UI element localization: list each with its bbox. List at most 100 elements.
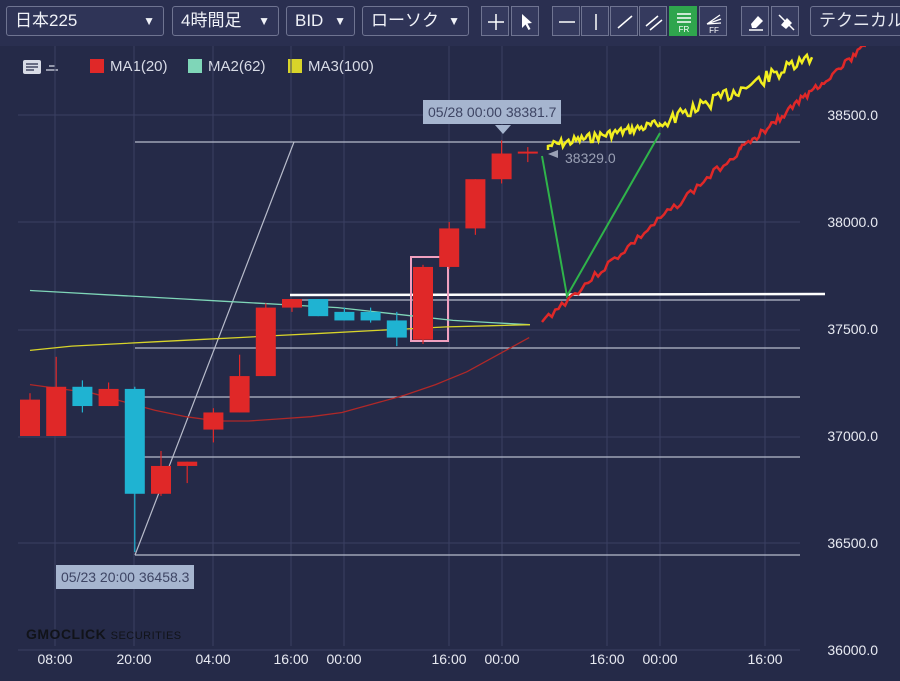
fibonacci-fan-icon: FF bbox=[706, 14, 722, 35]
eraser-icon bbox=[749, 16, 763, 31]
candle-body bbox=[334, 311, 355, 321]
candle-body bbox=[439, 228, 460, 267]
y-tick-label: 36500.0 bbox=[827, 535, 878, 551]
projection-lines bbox=[541, 46, 866, 323]
high-tooltip: 05/28 00:00 38381.7 bbox=[423, 100, 562, 124]
projection-ma1-line bbox=[541, 46, 866, 323]
high-tooltip-pointer bbox=[495, 125, 511, 134]
candle-body bbox=[20, 399, 40, 436]
technical-label: テクニカル bbox=[819, 11, 900, 30]
candle-body bbox=[72, 386, 93, 407]
candle bbox=[255, 303, 276, 377]
chevron-down-icon: ▼ bbox=[143, 14, 155, 28]
candle bbox=[439, 222, 460, 270]
fibonacci-fan-button[interactable]: FF bbox=[699, 6, 727, 36]
candle-body bbox=[46, 386, 67, 436]
x-tick-label: 04:00 bbox=[195, 651, 231, 667]
candle bbox=[491, 140, 512, 184]
candle-body bbox=[517, 151, 538, 154]
x-tick-label: 20:00 bbox=[116, 651, 152, 667]
candle bbox=[229, 354, 250, 413]
candle-body bbox=[124, 388, 145, 494]
fibonacci-retracement-icon: FR bbox=[677, 13, 691, 34]
candle-body bbox=[203, 412, 224, 430]
candle bbox=[124, 386, 145, 552]
price-type-select[interactable]: BID ▼ bbox=[286, 6, 355, 36]
ma-line-1 bbox=[29, 337, 530, 422]
pointer-icon bbox=[522, 14, 532, 30]
trendline-button[interactable] bbox=[610, 6, 638, 36]
candle bbox=[465, 179, 486, 235]
symbol-label: 日本225 bbox=[15, 11, 78, 30]
channel-button[interactable] bbox=[639, 6, 667, 36]
broker-logo: GMOCLICK SECURITIES bbox=[26, 626, 182, 642]
candle bbox=[177, 461, 198, 484]
crosshair-button[interactable] bbox=[481, 6, 509, 36]
ma-line-3 bbox=[29, 324, 531, 352]
candle-body bbox=[177, 461, 198, 466]
candle-body bbox=[282, 299, 302, 308]
chart-toolbar: 日本225 ▼ 4時間足 ▼ BID ▼ ローソク ▼ FR FF テクニカル bbox=[0, 0, 900, 46]
chevron-down-icon: ▼ bbox=[334, 14, 346, 28]
vline-button[interactable] bbox=[581, 6, 609, 36]
candle bbox=[517, 147, 538, 163]
x-tick-label: 00:00 bbox=[326, 651, 362, 667]
channel-icon bbox=[645, 15, 663, 31]
crosshair-icon bbox=[488, 14, 504, 30]
fr-label: FR bbox=[679, 25, 690, 34]
candle bbox=[282, 299, 302, 312]
y-tick-label: 37000.0 bbox=[827, 428, 878, 444]
candle bbox=[413, 264, 433, 344]
technical-button[interactable]: テクニカル bbox=[810, 6, 900, 36]
timeframe-label: 4時間足 bbox=[181, 11, 242, 30]
timeframe-select[interactable]: 4時間足 ▼ bbox=[172, 6, 279, 36]
hline-button[interactable] bbox=[552, 6, 580, 36]
candle bbox=[308, 299, 329, 317]
hline-icon bbox=[559, 21, 575, 23]
candle bbox=[72, 380, 93, 413]
candle-body bbox=[360, 311, 381, 321]
candle bbox=[98, 382, 119, 407]
eraser-button[interactable] bbox=[741, 6, 769, 36]
chevron-down-icon: ▼ bbox=[258, 14, 270, 28]
y-tick-label: 36000.0 bbox=[827, 642, 878, 658]
price-type-label: BID bbox=[295, 11, 324, 30]
candle-body bbox=[308, 299, 329, 317]
last-price-marker bbox=[548, 150, 558, 158]
trendline-icon bbox=[617, 15, 633, 29]
pointer-button[interactable] bbox=[511, 6, 539, 36]
candle-body bbox=[229, 376, 250, 413]
candle bbox=[386, 311, 407, 347]
chart-type-select[interactable]: ローソク ▼ bbox=[362, 6, 469, 36]
candle bbox=[46, 356, 67, 436]
candle-body bbox=[151, 465, 171, 494]
candle-body bbox=[386, 320, 407, 338]
clear-all-button[interactable] bbox=[771, 6, 799, 36]
x-tick-label: 16:00 bbox=[431, 651, 467, 667]
candle-body bbox=[255, 307, 276, 377]
fibonacci-retracement-button[interactable]: FR bbox=[669, 6, 697, 36]
x-tick-label: 00:00 bbox=[642, 651, 678, 667]
clear-all-icon bbox=[778, 14, 795, 31]
x-tick-label: 08:00 bbox=[37, 651, 73, 667]
y-tick-label: 37500.0 bbox=[827, 321, 878, 337]
x-tick-label: 16:00 bbox=[747, 651, 783, 667]
last-price-value: 38329.0 bbox=[565, 150, 616, 166]
candle bbox=[151, 450, 171, 496]
candlesticks bbox=[20, 140, 538, 552]
x-tick-label: 16:00 bbox=[273, 651, 309, 667]
vline-icon bbox=[595, 14, 597, 30]
x-tick-label: 00:00 bbox=[484, 651, 520, 667]
chevron-down-icon: ▼ bbox=[448, 14, 460, 28]
candle bbox=[20, 393, 40, 436]
candle-body bbox=[413, 266, 433, 340]
y-tick-label: 38500.0 bbox=[827, 107, 878, 123]
symbol-select[interactable]: 日本225 ▼ bbox=[6, 6, 164, 36]
x-tick-label: 16:00 bbox=[589, 651, 625, 667]
ff-label: FF bbox=[709, 26, 719, 35]
candle-body bbox=[465, 179, 486, 229]
candle-body bbox=[491, 153, 512, 180]
chart-type-label: ローソク bbox=[371, 11, 439, 30]
y-tick-label: 38000.0 bbox=[827, 214, 878, 230]
projection-ma3-line bbox=[546, 52, 814, 151]
